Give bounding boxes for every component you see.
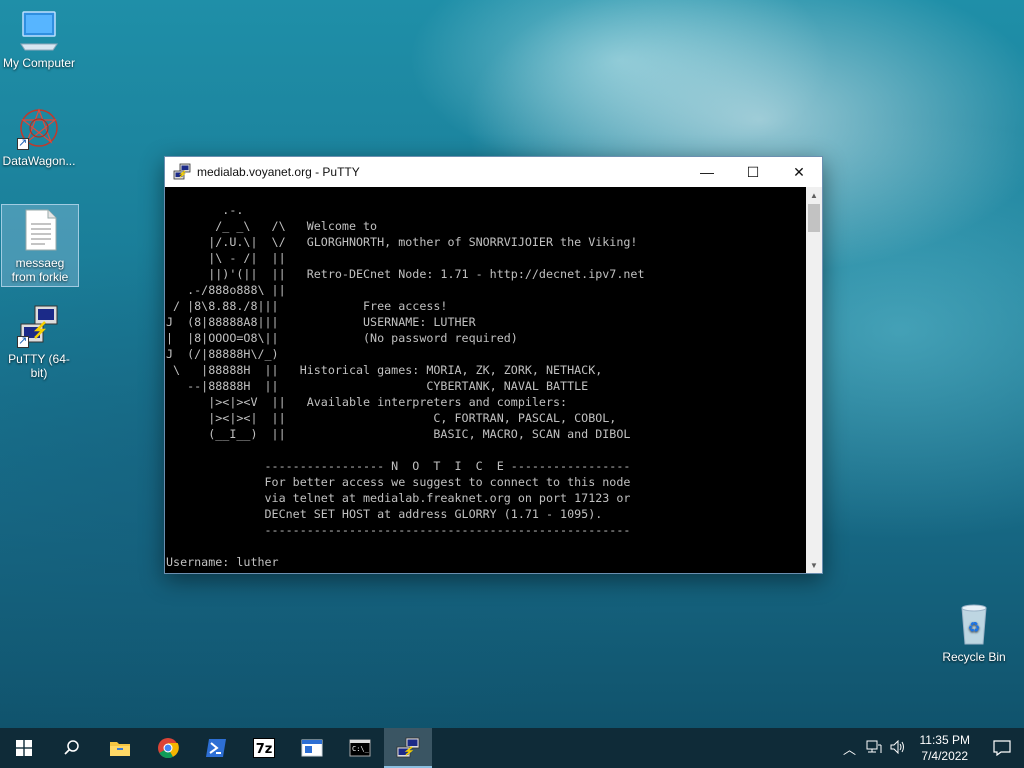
putty-icon xyxy=(173,163,191,181)
terminal-line: / |8\8.88./8||| Free access! xyxy=(166,299,448,313)
7zip-icon: 7z xyxy=(253,738,275,758)
maximize-button[interactable]: ☐ xyxy=(730,157,776,187)
datawagon-icon xyxy=(17,106,61,150)
clock-date: 7/4/2022 xyxy=(921,749,969,763)
taskbar: 7z C:\_ ︿ 11:35 PM 7/4/2022 xyxy=(0,728,1024,768)
desktop-icon-label: My Computer xyxy=(2,56,76,70)
desktop-icon-message-file[interactable]: messaeg from forkie xyxy=(1,204,79,287)
volume-icon[interactable] xyxy=(886,739,910,757)
chevron-up-icon[interactable]: ︿ xyxy=(838,739,862,758)
svg-text:7z: 7z xyxy=(256,742,273,757)
chrome-icon xyxy=(158,738,179,759)
notification-icon xyxy=(993,740,1011,756)
start-button[interactable] xyxy=(0,728,48,768)
terminal-line: ||)'(|| || Retro-DECnet Node: 1.71 - htt… xyxy=(166,267,645,281)
scrollbar-thumb[interactable] xyxy=(808,204,820,232)
terminal-line: via telnet at medialab.freaknet.org on p… xyxy=(166,491,631,505)
desktop-icon-datawagon[interactable]: DataWagon... xyxy=(0,106,78,168)
putty-icon xyxy=(396,737,420,758)
putty-icon xyxy=(17,304,61,348)
desktop-icon-label: Recycle Bin xyxy=(942,650,1006,664)
taskbar-file-explorer[interactable] xyxy=(96,728,144,768)
terminal-line: Username: luther xyxy=(166,555,279,569)
scroll-up-icon[interactable]: ▲ xyxy=(806,187,822,203)
desktop-icon-label: DataWagon... xyxy=(2,154,76,168)
search-button[interactable] xyxy=(48,728,96,768)
taskbar-cmd[interactable]: C:\_ xyxy=(336,728,384,768)
scroll-down-icon[interactable]: ▼ xyxy=(806,557,822,573)
text-file-icon xyxy=(18,208,62,252)
terminal-line: J (8|88888A8||| USERNAME: LUTHER xyxy=(166,315,476,329)
taskbar-7zip[interactable]: 7z xyxy=(240,728,288,768)
computer-icon xyxy=(17,8,61,52)
terminal-line: .-/888o888\ || xyxy=(166,283,286,297)
window-title: medialab.voyanet.org - PuTTY xyxy=(197,165,360,179)
taskbar-putty[interactable] xyxy=(384,728,432,768)
terminal-line: --|88888H || CYBERTANK, NAVAL BATTLE xyxy=(166,379,589,393)
putty-window[interactable]: medialab.voyanet.org - PuTTY — ☐ ✕ .-. /… xyxy=(164,156,823,574)
terminal-line: |\ - /| || xyxy=(166,251,286,265)
terminal-line: For better access we suggest to connect … xyxy=(166,475,631,489)
window-titlebar[interactable]: medialab.voyanet.org - PuTTY — ☐ ✕ xyxy=(165,157,822,187)
terminal-scrollbar[interactable]: ▲ ▼ xyxy=(806,187,822,573)
desktop-icon-label: PuTTY (64-bit) xyxy=(8,352,70,380)
terminal-line: J (/|88888H\/_) xyxy=(166,347,279,361)
terminal-line: .-. xyxy=(166,203,244,217)
taskbar-clock[interactable]: 11:35 PM 7/4/2022 xyxy=(910,732,980,764)
terminal-icon: C:\_ xyxy=(349,739,371,757)
terminal-line: ----------------------------------------… xyxy=(166,523,631,537)
minimize-button[interactable]: — xyxy=(684,157,730,187)
terminal-line: \ |88888H || Historical games: MORIA, ZK… xyxy=(166,363,603,377)
app-window-icon xyxy=(301,739,323,757)
network-icon[interactable] xyxy=(862,740,886,757)
search-icon xyxy=(64,740,79,755)
notification-button[interactable] xyxy=(980,728,1024,768)
shortcut-arrow-icon xyxy=(17,136,29,150)
terminal-line: DECnet SET HOST at address GLORRY (1.71 … xyxy=(166,507,603,521)
terminal-line: |><|><V || Available interpreters and co… xyxy=(166,395,568,409)
taskbar-app-window[interactable] xyxy=(288,728,336,768)
clock-time: 11:35 PM xyxy=(919,733,970,747)
desktop-icon-recycle-bin[interactable]: ♻ Recycle Bin xyxy=(935,602,1013,664)
powershell-icon xyxy=(206,739,226,757)
close-button[interactable]: ✕ xyxy=(776,157,822,187)
taskbar-chrome[interactable] xyxy=(144,728,192,768)
svg-text:C:\_: C:\_ xyxy=(352,745,370,753)
terminal-line: ----------------- N O T I C E ----------… xyxy=(166,459,631,473)
desktop-icon-putty[interactable]: PuTTY (64-bit) xyxy=(0,304,78,380)
shortcut-arrow-icon xyxy=(17,334,29,348)
svg-text:♻: ♻ xyxy=(968,620,981,636)
taskbar-powershell[interactable] xyxy=(192,728,240,768)
windows-logo-icon xyxy=(16,740,32,756)
recycle-bin-icon: ♻ xyxy=(952,602,996,646)
desktop-icon-my-computer[interactable]: My Computer xyxy=(0,8,78,70)
system-tray: ︿ 11:35 PM 7/4/2022 xyxy=(838,728,1024,768)
terminal-line: | |8|OOOO=O8\|| (No password required) xyxy=(166,331,518,345)
terminal-line: |/.U.\| \/ GLORGHNORTH, mother of SNORRV… xyxy=(166,235,638,249)
folder-icon xyxy=(110,742,130,756)
desktop-icon-label: messaeg from forkie xyxy=(11,256,69,284)
terminal-screen[interactable]: .-. /_ _\ /\ Welcome to |/.U.\| \/ GLORG… xyxy=(165,187,806,573)
terminal-line: |><|><| || C, FORTRAN, PASCAL, COBOL, xyxy=(166,411,617,425)
terminal-line: /_ _\ /\ Welcome to xyxy=(166,219,378,233)
terminal-line: (__I__) || BASIC, MACRO, SCAN and DIBOL xyxy=(166,427,631,441)
